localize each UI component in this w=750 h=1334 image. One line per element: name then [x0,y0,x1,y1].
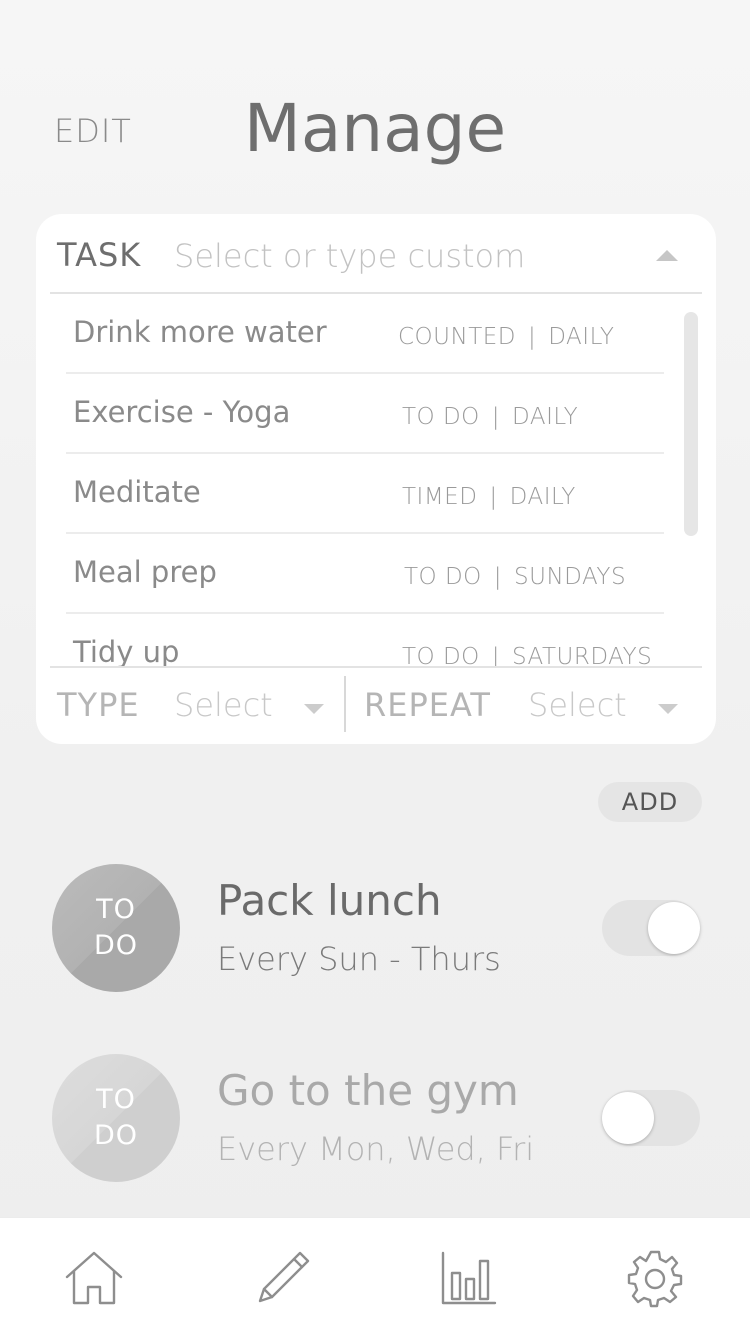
todo-badge: TO DO [52,1054,180,1182]
task-option-meta: TO DO | DAILY [402,404,579,430]
task-option-name: Exercise - Yoga [73,395,291,429]
tab-edit[interactable] [248,1246,318,1310]
badge-text: DO [93,930,139,961]
divider [50,666,702,668]
habit-schedule: Every Sun - Thurs [217,940,501,978]
task-option[interactable]: Exercise - Yoga TO DO | DAILY [66,374,664,454]
task-label: TASK [57,236,142,274]
todo-badge: TO DO [52,864,180,992]
badge-text: DO [93,1120,139,1151]
task-option-name: Meditate [73,475,201,509]
field-separator [344,676,346,732]
task-input[interactable] [174,234,644,278]
gear-icon [627,1250,683,1308]
home-icon [65,1251,123,1305]
chevron-down-icon[interactable] [304,704,324,714]
task-option-meta: TO DO | SATURDAYS [402,644,652,667]
task-picker-card: TASK Drink more water COUNTED|DAILY Exer… [36,214,716,744]
task-option-repeat: DAILY [548,324,615,350]
habit-schedule: Every Mon, Wed, Fri [217,1130,535,1168]
task-option-meta: COUNTED | DAILY [398,324,615,350]
tab-bar [0,1217,750,1334]
task-option-repeat: SUNDAYS [514,564,627,590]
type-label: TYPE [57,686,140,724]
task-option-repeat: DAILY [509,484,576,510]
task-field-row: TASK [36,214,716,294]
task-option-type: TO DO [404,564,482,590]
task-options-list[interactable]: Drink more water COUNTED | DAILY Exercise … [50,294,702,667]
toggle-knob [602,1092,654,1144]
task-option-meta: TO DO | SUNDAYS [404,564,627,590]
task-option-type: TIMED [402,484,478,510]
habit-name: Pack lunch [217,876,442,925]
task-option[interactable]: Drink more water COUNTED | DAILY [66,294,664,374]
habit-toggle[interactable] [602,1090,700,1146]
caret-up-icon[interactable] [656,250,678,261]
habit-toggle[interactable] [602,900,700,956]
habit-name: Go to the gym [217,1066,519,1115]
repeat-label: REPEAT [364,686,491,724]
task-option-type: COUNTED [398,324,516,350]
task-option-type: TO DO [402,644,480,667]
task-option-meta: TIMED | DAILY [402,484,576,510]
tab-home[interactable] [59,1246,129,1310]
task-option-type: TO DO [402,404,480,430]
task-option[interactable]: Meal prep TO DO | SUNDAYS [66,534,664,614]
page-title: Manage [243,90,507,167]
pencil-icon [258,1251,310,1303]
tab-settings[interactable] [620,1246,690,1310]
add-button[interactable]: ADD [598,782,702,822]
bar-chart-icon [441,1251,497,1305]
task-option-name: Tidy up [73,635,180,667]
task-option[interactable]: Meditate TIMED | DAILY [66,454,664,534]
repeat-select[interactable]: Select [528,686,627,724]
task-option-name: Drink more water [73,315,327,349]
chevron-down-icon[interactable] [658,704,678,714]
type-select[interactable]: Select [174,686,273,724]
tab-stats[interactable] [434,1246,504,1310]
task-option-repeat: DAILY [512,404,579,430]
badge-text: TO [96,894,136,925]
badge-text: TO [96,1084,136,1115]
habit-row: TO DO Pack lunch Every Sun - Thurs [0,862,750,1002]
task-option-name: Meal prep [73,555,217,589]
task-option-repeat: SATURDAYS [512,644,653,667]
list-scrollbar[interactable] [684,312,698,536]
toggle-knob [648,902,700,954]
habit-row: TO DO Go to the gym Every Mon, Wed, Fri [0,1052,750,1192]
task-option[interactable]: Tidy up TO DO | SATURDAYS [66,614,664,667]
